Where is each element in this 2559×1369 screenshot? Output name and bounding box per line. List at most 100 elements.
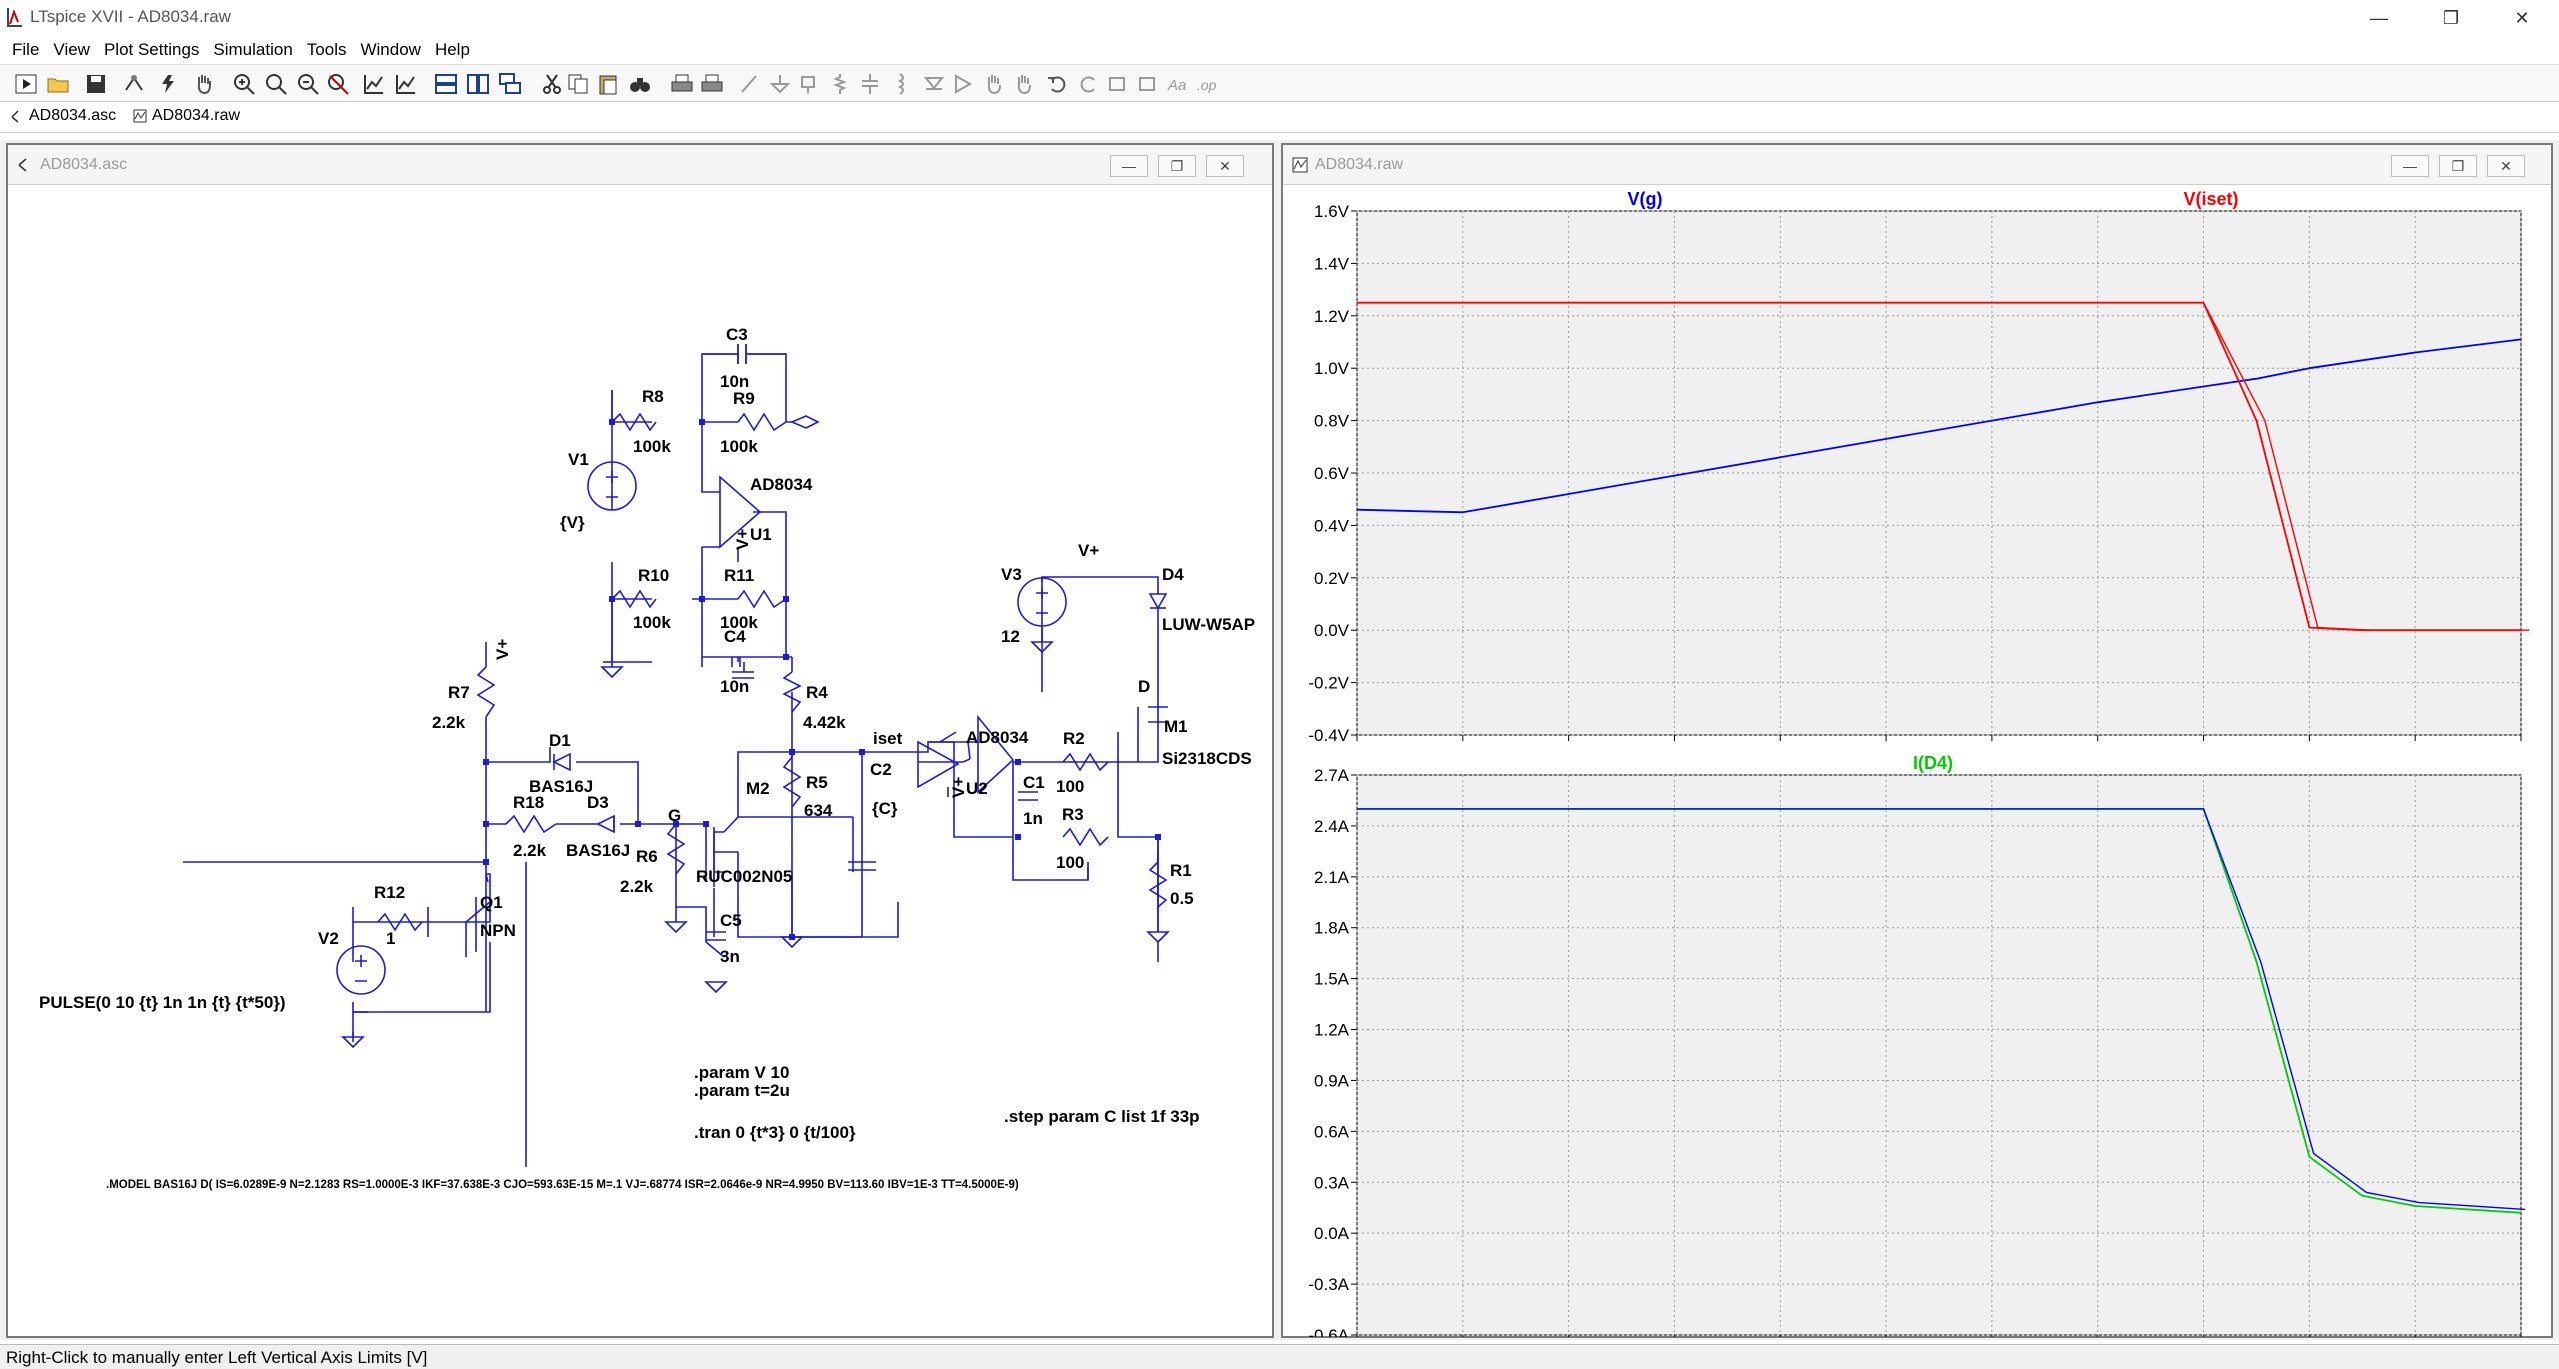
document-tab-bar: AD8034.asc AD8034.raw [0,103,2559,133]
open-folder-icon[interactable] [46,72,70,96]
diode-icon[interactable] [922,72,946,96]
run-icon[interactable] [14,72,38,96]
bottom-y-tick-label: 2.4A [1314,817,1350,836]
menu-plot-settings[interactable]: Plot Settings [98,40,207,60]
find-binoculars-icon[interactable] [628,72,652,96]
label-c5-value: 3n [720,947,740,966]
waveform-window-titlebar[interactable]: AD8034.raw — ❐ ✕ [1283,145,2551,185]
top-y-tick-label: 0.6V [1314,464,1350,483]
bottom-plot-pane[interactable]: 2.7A 2.4A 2.1A 1.8A 1.5A 1.2A 0.9A 0.6A 0.3A 0.0A… [1308,753,2542,1337]
cascade-icon[interactable] [498,72,522,96]
ground-icon[interactable] [768,72,792,96]
schematic-window-titlebar[interactable]: AD8034.asc — ❐ ✕ [8,145,1272,185]
zoom-in-icon[interactable] [232,72,256,96]
tab-schematic[interactable]: AD8034.asc [10,107,116,125]
top-y-tick-label: 1.6V [1314,202,1350,221]
bottom-y-tick-label: 0.3A [1314,1173,1350,1192]
cut-icon[interactable] [540,72,564,96]
directive-pulse: PULSE(0 10 {t} 1n 1n {t} {t*50}) [39,993,286,1012]
paste-icon[interactable] [596,72,620,96]
menu-help[interactable]: Help [429,40,478,60]
zoom-out-icon[interactable] [296,72,320,96]
label-q1: Q1 [480,893,503,912]
waveform-plot-area[interactable]: 1.6V 1.4V 1.2V 1.0V 0.8V 0.6V 0.4V 0.2V 0.0V -0.2… [1283,187,2551,1337]
ltspice-app-icon [7,8,22,27]
svg-text:.op: .op [1197,77,1217,93]
schematic-canvas[interactable]: C3 10n R8 100k R9 100k V1 {V} AD8034 U1 … [16,187,1266,1332]
redo-icon[interactable] [1076,72,1100,96]
menu-file[interactable]: File [6,40,47,60]
mirror-icon[interactable] [1136,72,1160,96]
tab-waveform[interactable]: AD8034.raw [133,107,240,125]
draw-wire-icon[interactable] [738,72,762,96]
component-icon[interactable] [952,72,976,96]
waveform-minimize-button[interactable]: — [2391,155,2429,177]
pan-hand-icon[interactable] [192,72,216,96]
label-v3: V3 [1001,565,1022,584]
rotate-icon[interactable] [1106,72,1130,96]
tile-horizontal-icon[interactable] [434,72,458,96]
move-icon[interactable] [982,72,1006,96]
print-preview-icon[interactable] [700,72,724,96]
autorange-icon[interactable] [362,72,386,96]
title-bar: LTspice XVII - AD8034.raw — ❐ ✕ [0,0,2559,36]
menu-simulation[interactable]: Simulation [207,40,300,60]
directive-step: .step param C list 1f 33p [1004,1107,1200,1126]
save-icon[interactable] [84,72,108,96]
text-icon[interactable]: Aa [1166,72,1190,96]
waveform-close-button[interactable]: ✕ [2487,155,2525,177]
run-stop-icon[interactable] [156,72,180,96]
legend-viset[interactable]: V(iset) [2183,189,2238,209]
close-button[interactable]: ✕ [2489,0,2555,36]
tab-schematic-label: AD8034.asc [29,107,117,124]
schematic-close-button[interactable]: ✕ [1206,155,1244,177]
capacitor-icon[interactable] [858,72,882,96]
label-c1-value: 1n [1023,809,1043,828]
menu-window[interactable]: Window [354,40,428,60]
minimize-button[interactable]: — [2346,0,2412,36]
top-y-tick-label: 0.2V [1314,569,1350,588]
legend-vg[interactable]: V(g) [1628,189,1663,209]
schematic-minimize-button[interactable]: — [1110,155,1148,177]
top-y-tick-label: 0.4V [1314,516,1350,535]
resistor-icon[interactable] [828,72,852,96]
label-vplus-v3: V+ [1078,541,1099,560]
top-plot-pane[interactable]: 1.6V 1.4V 1.2V 1.0V 0.8V 0.6V 0.4V 0.2V 0.0V -0.2… [1308,189,2530,745]
tile-vertical-icon[interactable] [466,72,490,96]
label-r2-value: 100 [1056,777,1084,796]
control-panel-icon[interactable] [122,72,146,96]
menu-tools[interactable]: Tools [301,40,355,60]
label-r7-value: 2.2k [432,713,466,732]
copy-icon[interactable] [566,72,590,96]
label-c4: C4 [724,627,746,646]
label-m1-value: Si2318CDS [1162,749,1252,768]
schematic-icon [11,110,19,123]
top-y-tick-label: -0.4V [1308,726,1349,745]
delete-trace-icon[interactable] [394,72,418,96]
zoom-cancel-icon[interactable] [326,72,350,96]
maximize-button[interactable]: ❐ [2418,0,2484,36]
undo-icon[interactable] [1046,72,1070,96]
drag-icon[interactable] [1012,72,1036,96]
waveform-icon [1292,157,1308,173]
bottom-y-tick-label: 1.5A [1314,970,1350,989]
zoom-area-icon[interactable] [264,72,288,96]
label-c2-value: {C} [872,799,898,818]
waveform-restore-button[interactable]: ❐ [2439,155,2477,177]
label-r11: R11 [724,566,754,585]
label-d3-value: BAS16J [566,841,630,860]
inductor-icon[interactable] [888,72,912,96]
top-y-tick-label: 0.0V [1314,621,1350,640]
print-icon[interactable] [670,72,694,96]
status-bar: Right-Click to manually enter Left Verti… [0,1344,2559,1369]
label-net-icon[interactable] [798,72,822,96]
directive-model: .MODEL BAS16J D( IS=6.0289E-9 N=2.1283 R… [106,1179,1019,1191]
menu-view[interactable]: View [47,40,98,60]
legend-id4[interactable]: I(D4) [1913,753,1953,773]
label-r9: R9 [733,389,755,408]
schematic-restore-button[interactable]: ❐ [1158,155,1196,177]
label-m1-drain: D [1138,677,1150,696]
label-r18-value: 2.2k [513,841,547,860]
spice-directive-icon[interactable]: .op [1196,72,1220,96]
label-v3-value: 12 [1001,627,1020,646]
